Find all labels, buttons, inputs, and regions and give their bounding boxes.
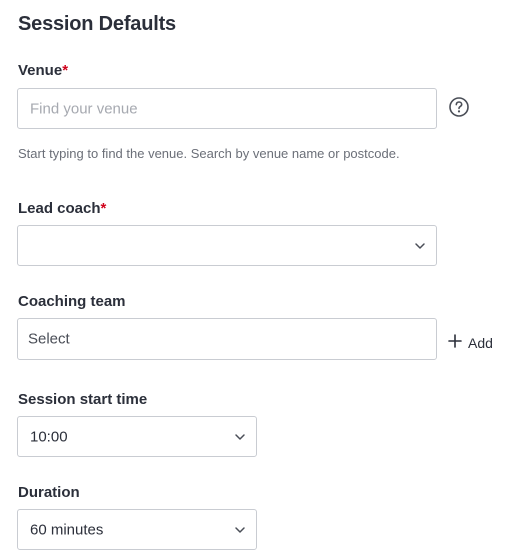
question-circle-icon[interactable]	[448, 96, 470, 118]
duration-select[interactable]: 60 minutes	[17, 509, 257, 550]
venue-search-input[interactable]: Find your venue	[17, 88, 437, 129]
plus-icon	[448, 333, 462, 348]
add-coach-label: Add	[468, 335, 493, 351]
chevron-down-icon	[415, 242, 425, 249]
venue-required-mark: *	[62, 62, 69, 79]
coaching-team-placeholder: Select	[28, 330, 70, 348]
page-title: Session Defaults	[18, 13, 176, 35]
lead-coach-select[interactable]	[17, 225, 437, 266]
venue-label: Venue*	[18, 62, 68, 79]
coaching-team-label: Coaching team	[18, 293, 126, 310]
duration-value: 60 minutes	[30, 521, 104, 538]
start-time-value: 10:00	[30, 428, 68, 445]
chevron-down-icon	[235, 526, 245, 533]
lead-coach-required-mark: *	[100, 200, 107, 217]
lead-coach-label: Lead coach*	[18, 200, 106, 217]
coaching-team-select[interactable]: Select	[17, 318, 437, 360]
venue-label-text: Venue	[18, 62, 63, 79]
duration-label: Duration	[18, 484, 80, 501]
start-time-label: Session start time	[18, 391, 148, 408]
venue-hint: Start typing to find the venue. Search b…	[18, 146, 400, 161]
start-time-select[interactable]: 10:00	[17, 416, 257, 457]
venue-search-placeholder: Find your venue	[30, 100, 138, 117]
add-coach-button[interactable]: Add	[448, 330, 493, 351]
lead-coach-label-text: Lead coach	[18, 200, 101, 217]
chevron-down-icon	[235, 433, 245, 440]
